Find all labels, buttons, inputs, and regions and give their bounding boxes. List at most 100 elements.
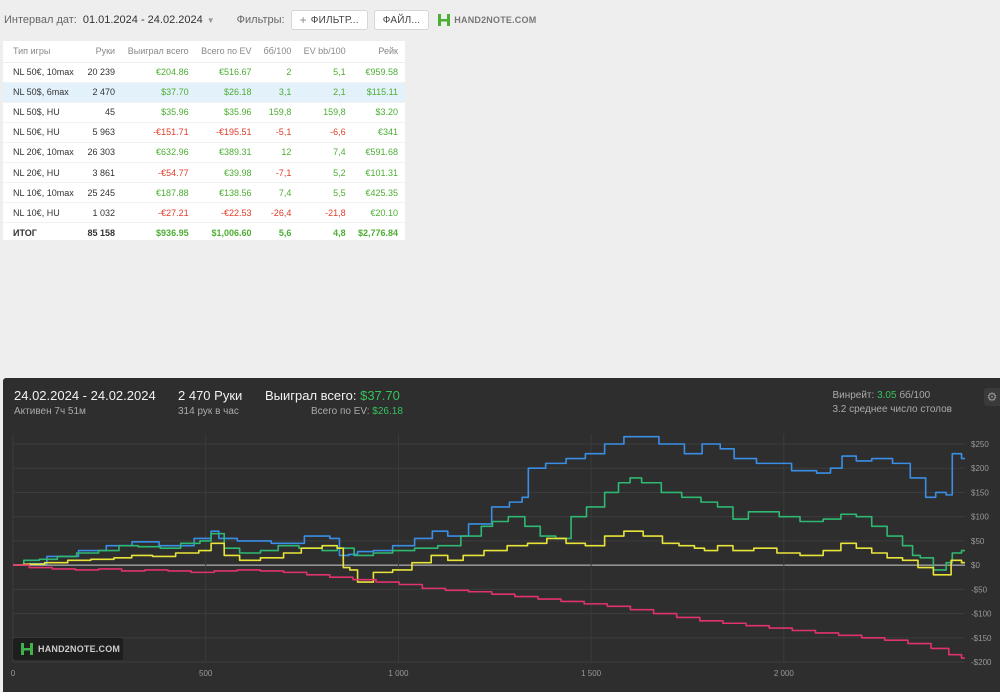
cell-ev-total: -€22.53 — [195, 202, 259, 224]
cell-bb100: 3,1 — [258, 82, 299, 103]
col-header-rake[interactable]: Рейк — [352, 41, 405, 63]
cell-rake: $115.11 — [352, 82, 405, 103]
cell-won-total: $35.96 — [122, 102, 196, 123]
cell-ev-total: -€195.51 — [195, 122, 259, 143]
chevron-down-icon: ▼ — [206, 15, 215, 25]
cell-ev-total: $26.18 — [195, 82, 259, 103]
col-header-game-type[interactable]: Тип игры — [3, 41, 83, 63]
cell-won-total: €632.96 — [122, 142, 196, 163]
cell-hands: 1 032 — [82, 202, 123, 224]
cell-game-type: NL 20€, 10max — [3, 142, 83, 163]
cell-game-type: NL 50€, 10max — [3, 62, 83, 83]
y-tick-label: -$150 — [971, 634, 992, 643]
cell-bb100: -26,4 — [258, 202, 299, 224]
x-axis: 0 500 1 000 1 500 2 000 — [11, 669, 795, 678]
chart-series — [13, 435, 965, 659]
y-tick-label: $100 — [971, 513, 989, 522]
cell-hands: 20 239 — [82, 62, 123, 83]
stats-table-container: Тип игры Руки Выиграл всего Всего по EV … — [3, 41, 405, 240]
cell-won-total: €204.86 — [122, 62, 196, 83]
toolbar: Интервал дат: 01.01.2024 - 24.02.2024 ▼ … — [0, 0, 1000, 40]
table-row[interactable]: NL 50$, HU 45 $35.96 $35.96 159,8 159,8 $3.20 — [3, 102, 405, 123]
cell-hands: 2 470 — [82, 82, 123, 103]
cell-ev-bb100: -21,8 — [298, 202, 353, 224]
total-cell-game-type: ИТОГ — [13, 228, 37, 239]
table-row[interactable]: NL 10€, HU 1 032 -€27.21 -€22.53 -26,4 -21,8 €… — [3, 202, 405, 224]
cell-hands: 45 — [82, 102, 123, 123]
col-header-ev-total[interactable]: Всего по EV — [195, 41, 259, 63]
total-cell-won-total: $936.95 — [156, 228, 189, 239]
table-row[interactable]: NL 10€, 10max 25 245 €187.88 €138.56 7,4 5,5 €… — [3, 182, 405, 204]
y-axis: $250 $200 $150 $100 $50 $0 -$50 -$100 -$150 -$200 — [971, 440, 992, 667]
cell-won-total: $37.70 — [122, 82, 196, 103]
cell-bb100: 7,4 — [258, 182, 299, 204]
cell-ev-total: $35.96 — [195, 102, 259, 123]
x-tick-label: 1 000 — [388, 669, 409, 678]
cell-rake: €959.58 — [352, 62, 405, 83]
cell-rake: €20.10 — [352, 202, 405, 224]
total-cell-hands: 85 158 — [87, 228, 116, 239]
x-tick-label: 0 — [11, 669, 16, 678]
cell-rake: €341 — [352, 122, 405, 143]
y-tick-label: $150 — [971, 488, 989, 497]
files-button-label: ФАЙЛ... — [382, 14, 421, 26]
filter-button[interactable]: + ФИЛЬТР... — [290, 10, 368, 30]
total-cell-bb100: 5,6 — [278, 228, 292, 239]
chart-grid — [12, 434, 965, 663]
date-range-picker[interactable]: 01.01.2024 - 24.02.2024 ▼ — [83, 14, 215, 26]
cell-ev-bb100: 5,1 — [298, 62, 353, 83]
cell-bb100: -5,1 — [258, 122, 299, 143]
y-tick-label: -$100 — [971, 610, 992, 619]
cell-rake: €425.35 — [352, 182, 405, 204]
cell-bb100: 12 — [258, 142, 299, 163]
cell-ev-total: €39.98 — [195, 162, 259, 184]
table-row[interactable]: NL 20€, HU 3 861 -€54.77 €39.98 -7,1 5,2 €101.… — [3, 162, 405, 184]
x-tick-label: 500 — [199, 669, 213, 678]
x-tick-label: 2 000 — [774, 669, 795, 678]
files-button[interactable]: ФАЙЛ... — [373, 10, 430, 30]
cell-bb100: 2 — [258, 62, 299, 83]
table-header-row: Тип игры Руки Выиграл всего Всего по EV … — [3, 41, 405, 63]
col-header-hands[interactable]: Руки — [82, 41, 123, 63]
date-interval-label: Интервал дат: — [4, 14, 77, 26]
table-row[interactable]: NL 20€, 10max 26 303 €632.96 €389.31 12 7,4 €5… — [3, 142, 405, 163]
y-tick-label: $0 — [971, 561, 980, 570]
table-row[interactable]: NL 50€, HU 5 963 -€151.71 -€195.51 -5,1 -6,6 €… — [3, 122, 405, 143]
cell-won-total: -€27.21 — [122, 202, 196, 224]
total-cell-ev-bb100: 4,8 — [333, 228, 346, 239]
series-line-blue — [13, 435, 965, 566]
cell-ev-bb100: 2,1 — [298, 82, 353, 103]
filters-label: Фильтры: — [236, 14, 285, 26]
total-cell-rake: $2,776.84 — [357, 228, 398, 239]
table-row[interactable]: NL 50$, 6max 2 470 $37.70 $26.18 3,1 2,1 $115.… — [3, 82, 405, 103]
cell-game-type: NL 10€, HU — [3, 202, 83, 224]
cell-game-type: NL 10€, 10max — [3, 182, 83, 204]
cell-rake: $3.20 — [352, 102, 405, 123]
table-total-row: ИТОГ 85 158 $936.95 $1,006.60 5,6 4,8 $2,776.8… — [3, 223, 405, 243]
y-tick-label: -$200 — [971, 658, 992, 667]
total-cell-ev-total: $1,006.60 — [211, 228, 252, 239]
logo-text: HAND2NOTE.COM — [454, 15, 537, 25]
cell-ev-bb100: 159,8 — [298, 102, 353, 123]
hand2note-logo[interactable]: HAND2NOTE.COM — [437, 13, 536, 27]
cell-rake: €101.31 — [352, 162, 405, 184]
table-row[interactable]: NL 50€, 10max 20 239 €204.86 €516.67 2 5,1 €95… — [3, 62, 405, 83]
cell-rake: €591.68 — [352, 142, 405, 163]
y-tick-label: $250 — [971, 440, 989, 449]
cell-hands: 26 303 — [82, 142, 123, 163]
series-line-pink — [13, 564, 965, 659]
col-header-won-total[interactable]: Выиграл всего — [122, 41, 196, 63]
cell-hands: 3 861 — [82, 162, 123, 184]
cell-hands: 5 963 — [82, 122, 123, 143]
cell-game-type: NL 50$, HU — [3, 102, 83, 123]
cell-won-total: -€54.77 — [122, 162, 196, 184]
y-tick-label: -$50 — [971, 585, 988, 594]
col-header-bb100[interactable]: бб/100 — [258, 41, 299, 63]
cell-game-type: NL 50$, 6max — [3, 82, 83, 103]
y-tick-label: $50 — [971, 537, 985, 546]
watermark-text: HAND2NOTE.COM — [38, 644, 121, 654]
cell-ev-bb100: 5,5 — [298, 182, 353, 204]
x-tick-label: 1 500 — [581, 669, 602, 678]
col-header-ev-bb100[interactable]: EV bb/100 — [298, 41, 353, 63]
date-range-value: 01.01.2024 - 24.02.2024 — [82, 14, 203, 26]
